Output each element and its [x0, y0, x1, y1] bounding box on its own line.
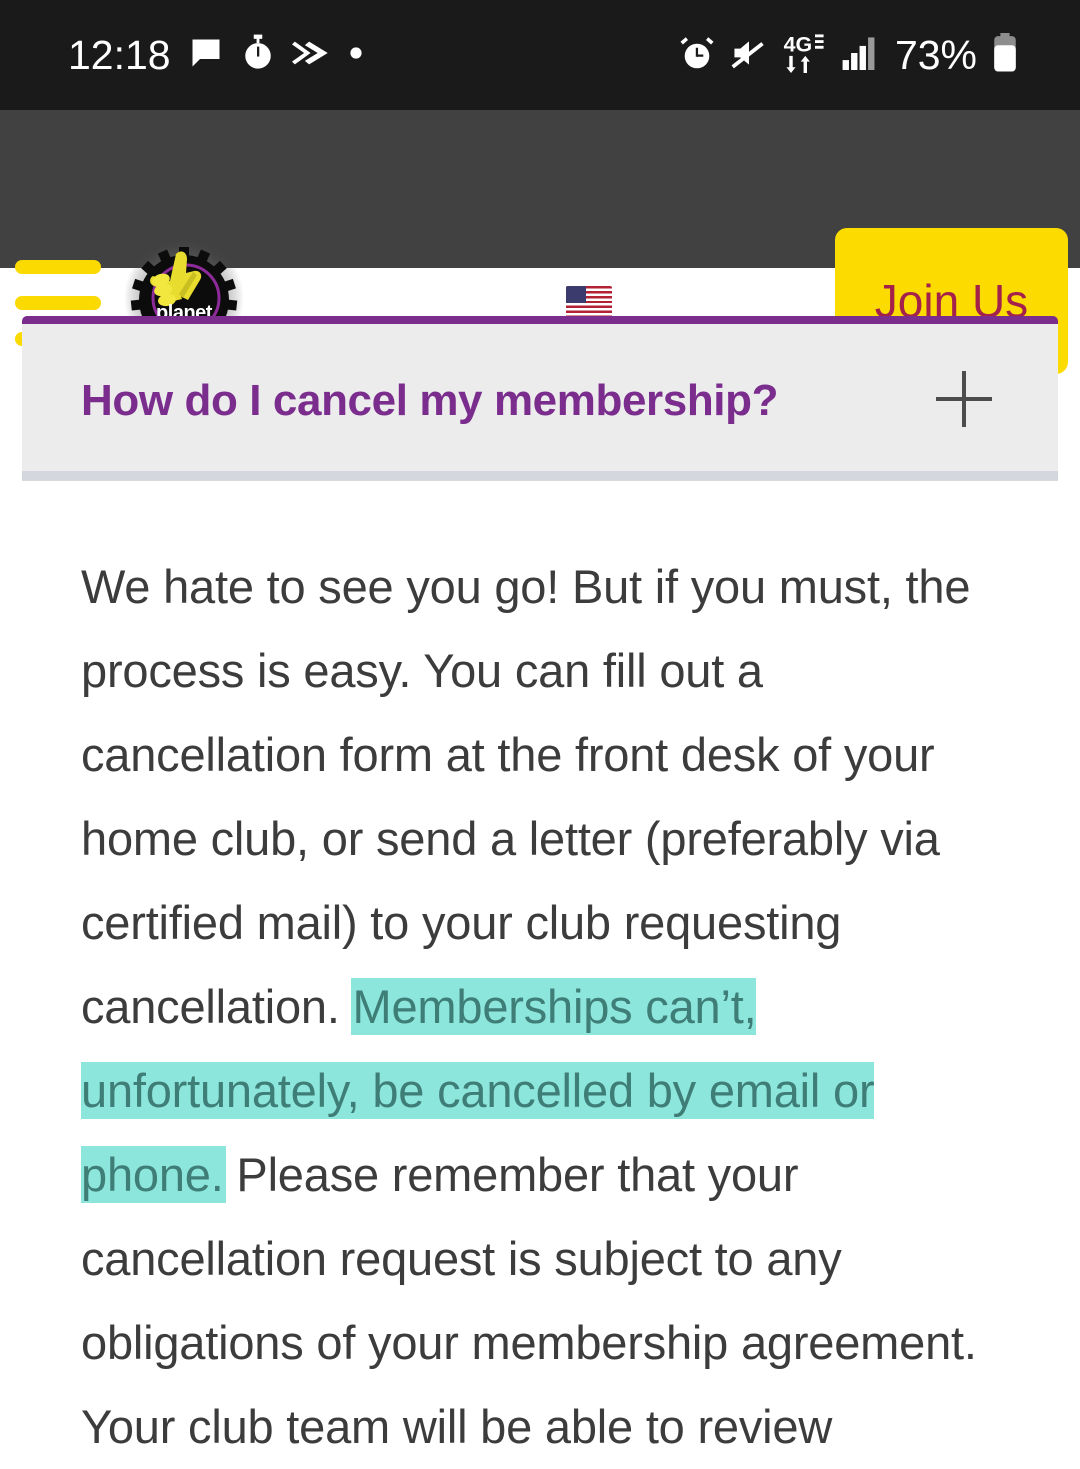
double-chevron-icon [291, 38, 332, 73]
stopwatch-icon [241, 34, 275, 77]
network-4g-lte-icon: 4G [783, 32, 827, 78]
chevron-down-icon [789, 289, 815, 315]
signal-bars-icon [842, 36, 880, 75]
hamburger-bar-1 [15, 260, 101, 274]
battery-percent-label: 73% [894, 31, 977, 78]
status-bar-left-group: 12:18 [68, 34, 363, 77]
status-bar: 12:18 4G 73% [0, 0, 1080, 110]
status-bar-clock: 12:18 [68, 31, 171, 78]
alarm-clock-icon [679, 35, 715, 76]
battery-icon [992, 32, 1018, 78]
hamburger-bar-2 [15, 296, 101, 310]
plus-icon[interactable] [936, 371, 992, 427]
accordion-divider [22, 471, 1058, 480]
status-bar-right-group: 4G 73% [679, 31, 1018, 78]
us-flag-icon [566, 286, 612, 318]
faq-answer: We hate to see you go! But if you must, … [81, 545, 1011, 1469]
faq-question: How do I cancel my membership? [81, 376, 779, 425]
dot-indicator-icon [349, 46, 363, 65]
answer-part-1: We hate to see you go! But if you must, … [81, 560, 971, 1033]
sound-muted-icon [730, 37, 768, 74]
site-header: planet fitness English Join Us [0, 110, 1080, 374]
faq-accordion-header[interactable]: How do I cancel my membership? [22, 316, 1058, 480]
message-icon [188, 35, 224, 76]
svg-text:4G: 4G [784, 33, 813, 57]
